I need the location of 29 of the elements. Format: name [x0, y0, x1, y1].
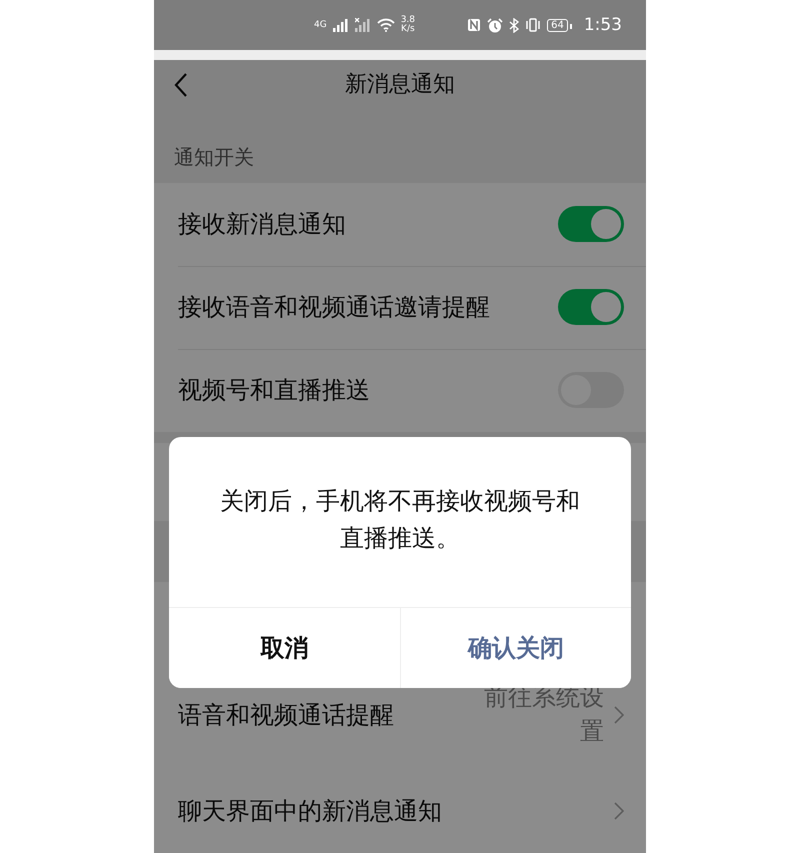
- row-label: 接收新消息通知: [178, 209, 347, 240]
- back-icon[interactable]: [174, 72, 188, 98]
- page-title: 新消息通知: [345, 71, 455, 100]
- row-label: 语音和视频通话提醒: [178, 700, 395, 731]
- row-label: 聊天界面中的新消息通知: [178, 796, 443, 828]
- row-label: 视频号和直播推送: [178, 375, 371, 406]
- settings-row[interactable]: 接收新消息通知: [154, 182, 646, 266]
- confirm-button[interactable]: 确认关闭: [400, 608, 631, 688]
- settings-row[interactable]: 视频号和直播推送: [154, 348, 646, 432]
- vibrate-icon: [525, 18, 542, 32]
- clock-time: 1:53: [584, 15, 622, 36]
- speed-value: 3.8: [400, 16, 416, 26]
- dialog-message: 关闭后，手机将不再接收视频号和直播推送。: [219, 486, 581, 554]
- speed-unit: K/s: [401, 25, 415, 34]
- section-header: 通知开关: [173, 144, 255, 171]
- chevron-icon: [614, 706, 624, 724]
- row-label: 接收语音和视频通话邀请提醒: [178, 292, 491, 324]
- settings-row[interactable]: 接收语音和视频通话邀请提醒: [154, 266, 646, 349]
- chevron-icon: [614, 802, 624, 820]
- nfc-icon: [467, 18, 482, 32]
- no-signal-icon: [354, 18, 371, 32]
- bluetooth-icon: [509, 18, 520, 33]
- alarm-icon: [487, 18, 504, 33]
- signal-icon: [332, 18, 349, 32]
- network-type: 4G: [314, 20, 327, 30]
- wifi-icon: [376, 18, 395, 32]
- toggle-switch[interactable]: [558, 289, 624, 326]
- settings-row[interactable]: 聊天界面中的新消息通知: [154, 770, 646, 853]
- toggle-switch[interactable]: [558, 206, 624, 242]
